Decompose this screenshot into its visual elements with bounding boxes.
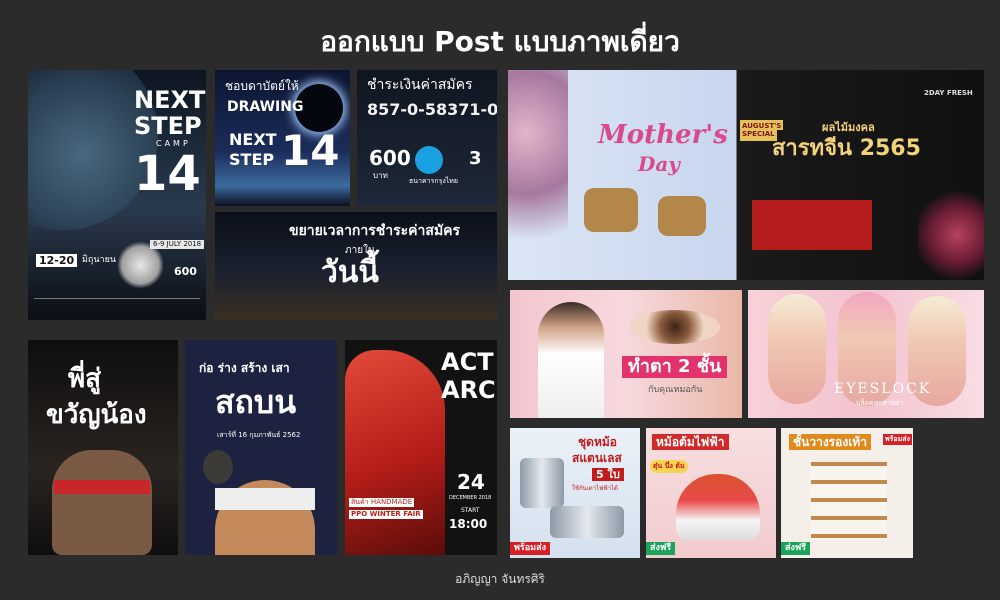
act-month: DECEMBER 2018 <box>449 495 492 501</box>
shoe-headline: ชั้นวางรองเท้า <box>789 434 871 450</box>
drawing-number: 14 <box>281 126 340 175</box>
extend-line1: ขยายเวลาการชำระค่าสมัคร <box>289 223 461 239</box>
poster-number: 14 <box>134 146 201 202</box>
badge-august: AUGUST'S <box>740 120 784 130</box>
poster-drawing[interactable]: ชอบดาบัตย์ให้ DRAWING NEXT STEP 14 <box>215 70 350 206</box>
act-fair: PPO WINTER FAIR <box>349 510 423 519</box>
shoe-badge: พร้อมส่ง <box>883 434 912 445</box>
act-handmade: สินค้า HANDMADE <box>349 498 415 507</box>
extend-line3: วันนี้ <box>321 255 379 290</box>
payment-price: 600 <box>369 146 411 170</box>
pot-line3: 5 ใบ <box>592 468 624 481</box>
protest-big: สถบน <box>215 383 297 421</box>
eye-closeup <box>630 310 720 344</box>
hotpot-image <box>676 474 760 540</box>
act-day: 24 <box>457 470 485 494</box>
hotpot-badge: ส่งฟรี <box>646 542 676 555</box>
eyeslock-sub: บล็อคทุกสายตา <box>856 399 904 407</box>
drawing-line4: STEP <box>229 150 275 169</box>
shoe-badge2: ส่งฟรี <box>781 542 811 555</box>
poster-extend[interactable]: ขยายเวลาการชำระค่าสมัคร ภายใน วันนี้ <box>215 212 497 320</box>
date-badge: 12-20 <box>36 254 78 267</box>
footer-credit: อภิญญา จันทรศิริ <box>455 572 545 586</box>
banner-mothers-day[interactable]: Mother's Day AUGUST'S SPECIAL ผลไม้มงคล … <box>508 70 984 280</box>
pot-stack <box>520 458 564 508</box>
poster-date: 6-9 JULY 2018 <box>150 240 205 249</box>
product-pot-set[interactable]: ชุดหม้อ สแตนเลส 5 ใบ ใช้กันเตาไฟฟ้าได้ พ… <box>510 428 640 558</box>
act-title1: ACT <box>441 348 494 376</box>
shoe-rack-image <box>811 462 887 540</box>
mothers-title: Mother's <box>598 120 728 150</box>
pot-headline: ชุดหม้อ <box>578 435 617 449</box>
drawing-line2: DRAWING <box>227 99 304 115</box>
doctor-portrait <box>538 302 604 418</box>
flower-border-left <box>508 70 568 280</box>
flower-border-right <box>918 190 984 280</box>
act-start: START <box>461 507 480 514</box>
pot-line2: สแตนเลส <box>572 451 622 465</box>
poster-price: 600 <box>174 265 197 278</box>
festival-headline: สารทจีน 2565 <box>772 136 921 161</box>
pineapple-graphic <box>203 450 233 484</box>
payment-bank: ธนาคารกรุงไทย <box>409 177 459 185</box>
pot-badge: พร้อมส่ง <box>510 542 550 555</box>
poster-brother[interactable]: พี่สู่ ขวัญน้อง <box>28 340 178 555</box>
brother-bottom: ขวัญน้อง <box>46 400 147 430</box>
product-hotpot[interactable]: หม้อต้มไฟฟ้า ตุ๋น นึ่ง ต้ม ส่งฟรี <box>646 428 776 558</box>
eyeslock-brand: EYESLOCK <box>834 381 932 397</box>
headband <box>215 488 315 510</box>
red-blindfold <box>54 480 150 494</box>
pot-line4: ใช้กันเตาไฟฟ้าได้ <box>572 485 618 492</box>
drawing-line3: NEXT <box>229 130 277 149</box>
red-gift-boxes <box>752 200 872 250</box>
hotpot-headline: หม้อต้มไฟฟ้า <box>652 434 729 450</box>
face-figure <box>52 450 152 555</box>
mothers-title2: Day <box>638 152 680 176</box>
fruit-basket <box>584 188 638 232</box>
date-month: มิถุนายน <box>82 255 117 265</box>
poster-protest[interactable]: ก่อ ร่าง สร้าง เสา สถบน เสาร์ที่ 16 กุมภ… <box>185 340 337 555</box>
payment-unit: บาท <box>373 171 388 180</box>
poster-title-line1: NEXT <box>134 86 206 114</box>
poster-payment[interactable]: ชำระเงินค่าสมัคร 857-0-58371-0 600 บาท ธ… <box>357 70 497 206</box>
bank-logo-icon <box>415 146 443 174</box>
banner-eyeslock[interactable]: EYESLOCK บล็อคทุกสายตา <box>748 290 984 418</box>
festival-subtitle: ผลไม้มงคล <box>822 121 875 134</box>
payment-title: ชำระเงินค่าสมัคร <box>367 77 473 93</box>
act-title2: ARCH <box>441 376 497 404</box>
poster-footer-bar <box>34 298 200 310</box>
model-face <box>768 294 826 404</box>
act-time: 18:00 <box>449 517 488 531</box>
red-statue <box>345 350 445 555</box>
banner-eye-clinic[interactable]: ทำตา 2 ชั้น กับคุณหมอกัน <box>510 290 742 418</box>
drawing-line1: ชอบดาบัตย์ให้ <box>225 79 299 93</box>
hotpot-bubble: ตุ๋น นึ่ง ต้ม <box>650 460 688 473</box>
payment-days: 3 <box>469 148 482 169</box>
poster-title-line2: STEP <box>134 112 202 140</box>
poster-act-arch[interactable]: ACT ARCH สินค้า HANDMADE PPO WINTER FAIR… <box>345 340 497 555</box>
eye-clinic-headline: ทำตา 2 ชั้น <box>622 356 728 378</box>
festival-brand: 2DAY FRESH <box>924 89 973 97</box>
protest-date: เสาร์ที่ 16 กุมภาพันธ์ 2562 <box>217 431 301 439</box>
page-title: ออกแบบ Post แบบภาพเดี่ยว <box>320 25 680 58</box>
fruit-basket <box>658 196 706 236</box>
payment-account: 857-0-58371-0 <box>367 100 497 119</box>
pot-stack <box>550 506 624 538</box>
product-shoe-rack[interactable]: ชั้นวางรองเท้า พร้อมส่ง ส่งฟรี <box>781 428 913 558</box>
poster-next-step-camp[interactable]: NEXT STEP CAMP 14 6-9 JULY 2018 12-20 มิ… <box>28 70 206 320</box>
eye-clinic-sub: กับคุณหมอกัน <box>648 385 703 395</box>
brother-top: พี่สู่ <box>68 364 102 394</box>
protest-line1: ก่อ ร่าง สร้าง เสา <box>199 361 290 375</box>
